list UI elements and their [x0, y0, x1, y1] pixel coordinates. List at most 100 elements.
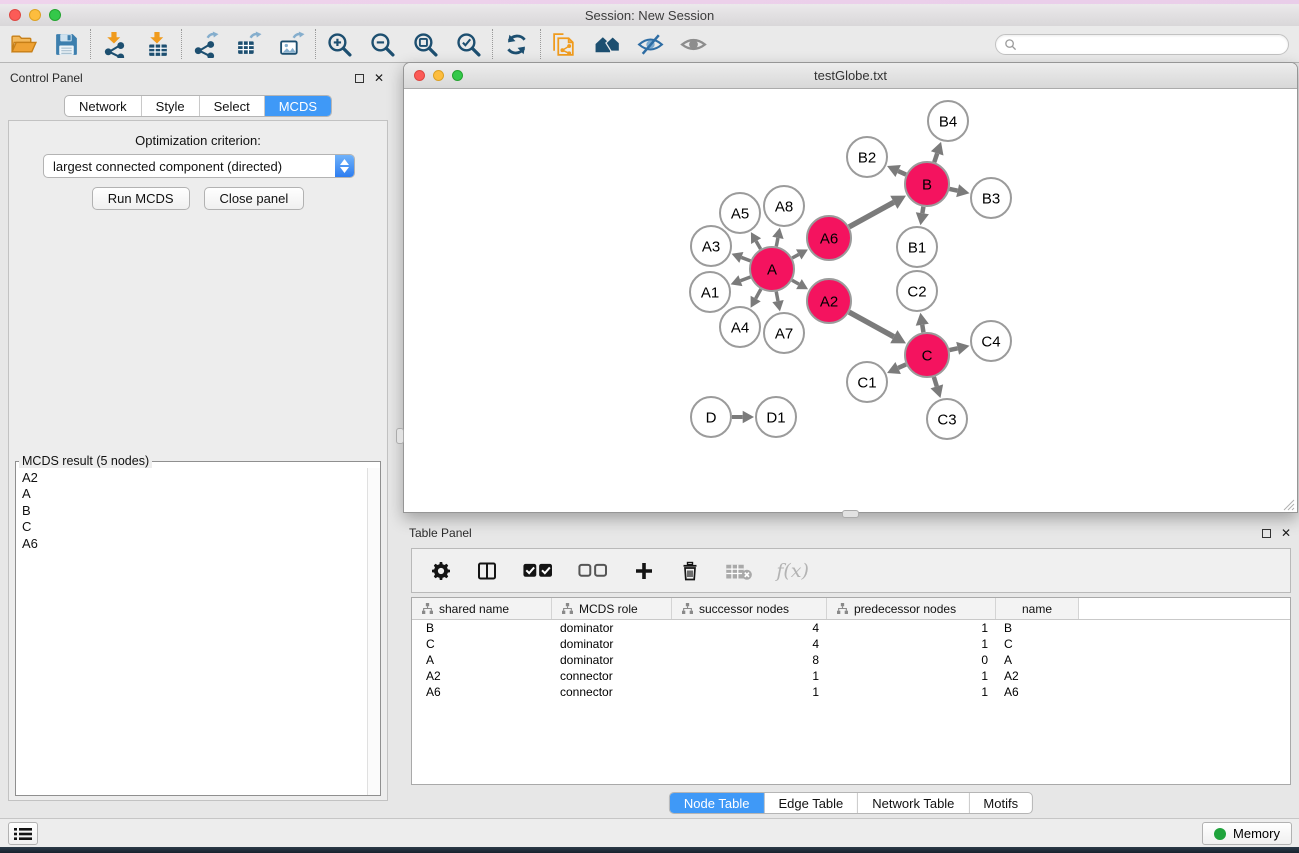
tab-node-table[interactable]: Node Table [670, 793, 765, 813]
refresh-icon[interactable] [502, 30, 531, 59]
zoom-out-icon[interactable] [368, 30, 397, 59]
graph-node-C4[interactable]: C4 [971, 321, 1011, 361]
zoom-selected-icon[interactable] [454, 30, 483, 59]
graph-node-A[interactable]: A [750, 247, 794, 291]
graph-node-A1[interactable]: A1 [690, 272, 730, 312]
column-header-successor-nodes[interactable]: successor nodes [672, 598, 827, 619]
delete-column-icon[interactable] [679, 559, 701, 583]
graph-node-B1[interactable]: B1 [897, 227, 937, 267]
graph-node-A8[interactable]: A8 [764, 186, 804, 226]
graph-node-B3[interactable]: B3 [971, 178, 1011, 218]
mcds-result-item[interactable]: C [17, 519, 366, 535]
graph-edge-A-A3[interactable] [741, 257, 750, 260]
export-table-icon[interactable] [234, 30, 263, 59]
tab-select[interactable]: Select [200, 96, 265, 116]
graph-edge-A2-C[interactable] [849, 312, 894, 337]
graph-edge-B-B1[interactable] [922, 207, 923, 214]
close-table-panel-icon[interactable]: ✕ [1281, 528, 1291, 538]
graph-edge-A-A8[interactable] [776, 238, 778, 247]
mcds-result-item[interactable]: B [17, 503, 366, 519]
tab-mcds[interactable]: MCDS [265, 96, 331, 116]
mcds-result-item[interactable]: A6 [17, 536, 366, 552]
graph-edge-A-A4[interactable] [756, 289, 761, 298]
add-column-icon[interactable] [633, 559, 655, 583]
graph-node-C[interactable]: C [905, 333, 949, 377]
memory-button[interactable]: Memory [1202, 822, 1292, 845]
graph-edge-B-B4[interactable] [934, 153, 937, 162]
float-panel-icon[interactable] [355, 74, 364, 83]
graph-edge-A-A5[interactable] [756, 241, 760, 249]
graph-node-D1[interactable]: D1 [756, 397, 796, 437]
import-table-icon[interactable] [143, 30, 172, 59]
graph-node-D[interactable]: D [691, 397, 731, 437]
close-panel-button[interactable]: Close panel [204, 187, 305, 210]
graph-node-B[interactable]: B [905, 162, 949, 206]
tab-edge-table[interactable]: Edge Table [764, 793, 858, 813]
graph-edge-C-C3[interactable] [934, 377, 937, 386]
search-box[interactable] [995, 34, 1289, 55]
close-panel-icon[interactable]: ✕ [374, 73, 384, 83]
export-image-icon[interactable] [277, 30, 306, 59]
graph-node-A6[interactable]: A6 [807, 216, 851, 260]
deselect-all-icon[interactable] [577, 559, 608, 583]
export-network-icon[interactable] [191, 30, 220, 59]
graph-edge-A-A6[interactable] [792, 254, 799, 258]
graph-node-B2[interactable]: B2 [847, 137, 887, 177]
table-row[interactable]: Cdominator41C [412, 636, 1290, 652]
graph-edge-B-B2[interactable] [898, 171, 906, 175]
resize-grip-icon[interactable] [1283, 498, 1296, 511]
graph-edge-B-B3[interactable] [949, 189, 957, 191]
graph-edge-C-C4[interactable] [949, 348, 957, 350]
tab-network-table[interactable]: Network Table [858, 793, 969, 813]
run-mcds-button[interactable]: Run MCDS [92, 187, 190, 210]
hide-visual-icon[interactable] [636, 30, 665, 59]
graph-node-A5[interactable]: A5 [720, 193, 760, 233]
mcds-result-item[interactable]: A [17, 486, 366, 502]
settings-icon[interactable] [430, 559, 452, 583]
graph-edge-A-A7[interactable] [776, 292, 778, 301]
graph-node-A3[interactable]: A3 [691, 226, 731, 266]
graph-node-C3[interactable]: C3 [927, 399, 967, 439]
home-icon[interactable] [593, 30, 622, 59]
column-header-predecessor-nodes[interactable]: predecessor nodes [827, 598, 996, 619]
tab-network[interactable]: Network [65, 96, 142, 116]
mcds-result-list[interactable]: A2ABCA6 [17, 470, 366, 794]
result-scrollbar[interactable] [367, 468, 380, 795]
select-all-icon[interactable] [522, 559, 553, 583]
save-session-icon[interactable] [52, 30, 81, 59]
table-row[interactable]: A2connector11A2 [412, 668, 1290, 684]
columns-icon[interactable] [476, 559, 498, 583]
tab-motifs[interactable]: Motifs [969, 793, 1032, 813]
graph-node-C1[interactable]: C1 [847, 362, 887, 402]
new-network-icon[interactable] [550, 30, 579, 59]
graph-node-C2[interactable]: C2 [897, 271, 937, 311]
search-input[interactable] [1022, 36, 1280, 52]
column-header-MCDS-role[interactable]: MCDS role [552, 598, 672, 619]
graph-node-A4[interactable]: A4 [720, 307, 760, 347]
table-row[interactable]: Bdominator41B [412, 620, 1290, 636]
float-table-panel-icon[interactable] [1262, 529, 1271, 538]
graph-edge-A6-B[interactable] [849, 202, 894, 227]
graph-edge-A-A2[interactable] [792, 280, 799, 284]
table-row[interactable]: A6connector11A6 [412, 684, 1290, 700]
table-row[interactable]: Adominator80A [412, 652, 1290, 668]
vertical-splitter-handle[interactable] [396, 428, 404, 444]
zoom-fit-icon[interactable] [411, 30, 440, 59]
mcds-result-item[interactable]: A2 [17, 470, 366, 486]
zoom-in-icon[interactable] [325, 30, 354, 59]
graph-edge-C-C1[interactable] [898, 364, 906, 368]
column-header-shared-name[interactable]: shared name [412, 598, 552, 619]
network-canvas[interactable]: A A1 A2 A3 A4 A5 A6 A7 A8 B B1 B2 B3B4 C C1 C2 C3C4 D D1 [404, 89, 1297, 512]
graph-edge-A-A1[interactable] [740, 277, 750, 281]
tab-style[interactable]: Style [142, 96, 200, 116]
graph-edge-C-C2[interactable] [922, 325, 923, 333]
graph-node-A2[interactable]: A2 [807, 279, 851, 323]
open-file-icon[interactable] [9, 30, 38, 59]
graph-node-A7[interactable]: A7 [764, 313, 804, 353]
import-network-icon[interactable] [100, 30, 129, 59]
horizontal-splitter-handle[interactable] [842, 510, 859, 518]
graph-node-B4[interactable]: B4 [928, 101, 968, 141]
task-history-button[interactable] [8, 822, 38, 845]
show-visual-icon[interactable] [679, 30, 708, 59]
criterion-dropdown[interactable]: largest connected component (directed) [43, 154, 355, 178]
